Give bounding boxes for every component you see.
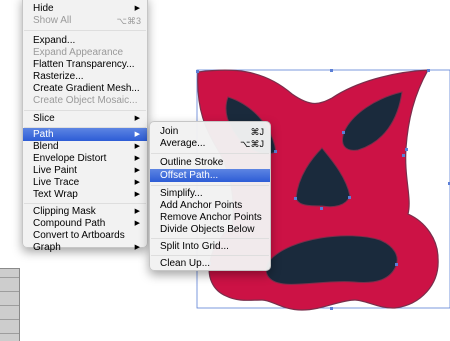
menu-item-shortcut: ⌥⌘J (240, 139, 264, 149)
menu-item-label: Slice (33, 113, 55, 124)
menu-separator (151, 238, 269, 239)
menu-item-label: Convert to Artboards (33, 230, 125, 241)
panel-row (0, 319, 19, 320)
menu-item-expand-appearance: Expand Appearance (23, 47, 147, 59)
submenu-arrow-icon: ▶ (134, 191, 140, 198)
menu-item-compound-path[interactable]: Compound Path ▶ (23, 218, 147, 230)
menu-item-label: Join (160, 126, 179, 137)
menu-item-label: Simplify... (160, 188, 203, 199)
menu-item-label: Live Paint (33, 165, 77, 176)
menu-item-show-all: Show All ⌥⌘3 (23, 15, 147, 27)
menu-item-label: Path (33, 129, 54, 140)
menu-item-flatten-transparency[interactable]: Flatten Transparency... (23, 59, 147, 71)
submenu-arrow-icon: ▶ (134, 179, 140, 186)
submenu-arrow-icon: ▶ (134, 5, 140, 12)
menu-item-label: Text Wrap (33, 189, 78, 200)
menu-item-label: Rasterize... (33, 71, 84, 82)
menu-item-label: Show All (33, 15, 72, 26)
menu-item-slice[interactable]: Slice ▶ (23, 113, 147, 125)
menu-item-label: Clean Up... (160, 258, 211, 269)
menu-item-label: Clipping Mask (33, 206, 96, 217)
menu-separator (151, 185, 269, 186)
panel-row (0, 305, 19, 306)
submenu-arrow-icon: ▶ (134, 131, 140, 138)
submenu-arrow-icon: ▶ (134, 143, 140, 150)
panel-row (0, 291, 19, 292)
menu-item-path[interactable]: Path ▶ (23, 128, 147, 141)
submenu-arrow-icon: ▶ (134, 155, 140, 162)
menu-item-envelope-distort[interactable]: Envelope Distort ▶ (23, 153, 147, 165)
menu-item-label: Add Anchor Points (160, 200, 243, 211)
submenu-item-offset-path[interactable]: Offset Path... (150, 169, 270, 182)
menu-item-label: Expand... (33, 35, 76, 46)
menu-item-label: Remove Anchor Points (160, 212, 262, 223)
menu-item-label: Average... (160, 138, 206, 149)
submenu-arrow-icon: ▶ (134, 220, 140, 227)
submenu-item-add-anchor-points[interactable]: Add Anchor Points (150, 200, 270, 212)
menu-item-blend[interactable]: Blend ▶ (23, 141, 147, 153)
menu-separator (151, 153, 269, 154)
menu-item-convert-to-artboards[interactable]: Convert to Artboards (23, 230, 147, 242)
menu-item-rasterize[interactable]: Rasterize... (23, 71, 147, 83)
menu-item-label: Offset Path... (160, 170, 219, 181)
menu-item-label: Flatten Transparency... (33, 59, 135, 70)
submenu-arrow-icon: ▶ (134, 167, 140, 174)
panel-row (0, 277, 19, 278)
menu-item-graph[interactable]: Graph ▶ (23, 242, 147, 254)
submenu-item-simplify[interactable]: Simplify... (150, 188, 270, 200)
menu-item-live-paint[interactable]: Live Paint ▶ (23, 165, 147, 177)
side-panel[interactable] (0, 268, 20, 341)
menu-separator (24, 30, 146, 31)
submenu-arrow-icon: ▶ (134, 208, 140, 215)
menu-item-label: Create Gradient Mesh... (33, 83, 140, 94)
menu-item-shortcut: ⌥⌘3 (116, 16, 141, 26)
menu-item-label: Hide (33, 3, 54, 14)
submenu-arrow-icon: ▶ (134, 244, 140, 251)
menu-separator (24, 203, 146, 204)
menu-item-label: Envelope Distort (33, 153, 107, 164)
path-submenu: Join ⌘J Average... ⌥⌘J Outline Stroke Of… (149, 121, 271, 271)
menu-item-label: Expand Appearance (33, 47, 124, 58)
submenu-item-join[interactable]: Join ⌘J (150, 126, 270, 138)
menu-item-shortcut: ⌘J (250, 127, 265, 137)
menu-item-label: Divide Objects Below (160, 224, 255, 235)
menu-separator (24, 110, 146, 111)
menu-item-create-object-mosaic: Create Object Mosaic... (23, 95, 147, 107)
menu-item-create-gradient-mesh[interactable]: Create Gradient Mesh... (23, 83, 147, 95)
menu-separator (151, 255, 269, 256)
menu-item-text-wrap[interactable]: Text Wrap ▶ (23, 189, 147, 201)
submenu-item-remove-anchor-points[interactable]: Remove Anchor Points (150, 212, 270, 224)
menu-item-label: Live Trace (33, 177, 80, 188)
menu-item-label: Create Object Mosaic... (33, 95, 138, 106)
menu-item-expand[interactable]: Expand... (23, 35, 147, 47)
object-menu: Hide ▶ Show All ⌥⌘3 Expand... Expand App… (22, 0, 148, 253)
menu-item-live-trace[interactable]: Live Trace ▶ (23, 177, 147, 189)
menu-item-label: Split Into Grid... (160, 241, 229, 252)
submenu-item-divide-objects-below[interactable]: Divide Objects Below (150, 224, 270, 236)
submenu-item-clean-up[interactable]: Clean Up... (150, 258, 270, 270)
submenu-arrow-icon: ▶ (134, 115, 140, 122)
menu-item-label: Graph (33, 242, 61, 253)
menu-item-label: Outline Stroke (160, 157, 224, 168)
menu-item-hide[interactable]: Hide ▶ (23, 3, 147, 15)
menu-item-clipping-mask[interactable]: Clipping Mask ▶ (23, 206, 147, 218)
menu-item-label: Blend (33, 141, 59, 152)
menu-item-label: Compound Path (33, 218, 106, 229)
panel-row (0, 333, 19, 334)
submenu-item-outline-stroke[interactable]: Outline Stroke (150, 157, 270, 169)
submenu-item-average[interactable]: Average... ⌥⌘J (150, 138, 270, 150)
submenu-item-split-into-grid[interactable]: Split Into Grid... (150, 241, 270, 253)
